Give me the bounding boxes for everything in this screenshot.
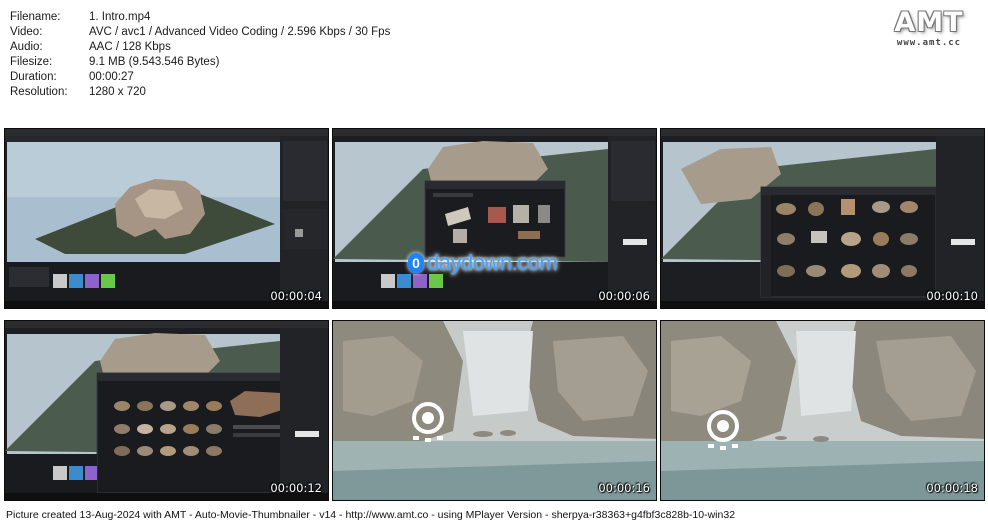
logo-title: AMT xyxy=(894,7,964,38)
watermark-text: daydown.com xyxy=(427,250,558,275)
info-value: 1280 x 720 xyxy=(89,86,146,98)
file-info-row: Audio: AAC / 128 Kbps xyxy=(10,40,390,55)
timecode: 00:00:18 xyxy=(926,481,978,495)
info-value: AVC / avc1 / Advanced Video Coding / 2.5… xyxy=(89,26,391,38)
file-info-row: Filename: 1. Intro.mp4 xyxy=(10,10,390,25)
timecode: 00:00:10 xyxy=(926,289,978,303)
watermark-badge: 0 xyxy=(408,253,424,273)
info-key: Resolution: xyxy=(10,86,68,98)
file-info-row: Filesize: 9.1 MB (9.543.546 Bytes) xyxy=(10,55,390,70)
video-thumbnail[interactable]: 00:00:16 xyxy=(332,320,657,501)
info-key: Filename: xyxy=(10,11,61,23)
game-frame xyxy=(333,321,656,500)
timecode: 00:00:04 xyxy=(270,289,322,303)
game-frame xyxy=(661,321,984,500)
video-thumbnail[interactable]: 00:00:06 xyxy=(332,128,657,309)
timecode: 00:00:12 xyxy=(270,481,322,495)
editor-frame xyxy=(5,321,328,500)
info-value: AAC / 128 Kbps xyxy=(89,41,171,53)
info-value: 1. Intro.mp4 xyxy=(89,11,151,23)
file-info-row: Video: AVC / avc1 / Advanced Video Coding… xyxy=(10,25,390,40)
editor-frame xyxy=(5,129,328,308)
footer-credit: Picture created 13-Aug-2024 with AMT - A… xyxy=(6,509,736,521)
timecode: 00:00:06 xyxy=(598,289,650,303)
timecode: 00:00:16 xyxy=(598,481,650,495)
video-thumbnail[interactable]: 00:00:12 xyxy=(4,320,329,501)
daydown-watermark: 0 daydown.com xyxy=(408,250,558,276)
logo-url: www.amt.cc xyxy=(896,38,962,48)
info-value: 9.1 MB (9.543.546 Bytes) xyxy=(89,56,220,68)
amt-logo: AMT www.amt.cc xyxy=(884,7,974,49)
file-info-row: Duration: 00:00:27 xyxy=(10,70,390,85)
file-info-row: Resolution: 1280 x 720 xyxy=(10,85,390,100)
info-key: Filesize: xyxy=(10,56,53,68)
editor-frame xyxy=(333,129,656,308)
video-thumbnail[interactable]: 00:00:18 xyxy=(660,320,985,501)
video-thumbnail[interactable]: 00:00:10 xyxy=(660,128,985,309)
info-key: Video: xyxy=(10,26,43,38)
video-thumbnail[interactable]: 00:00:04 xyxy=(4,128,329,309)
info-value: 00:00:27 xyxy=(89,71,134,83)
file-info: Filename: 1. Intro.mp4 Video: AVC / avc1 /… xyxy=(10,10,390,100)
info-key: Duration: xyxy=(10,71,57,83)
editor-frame xyxy=(661,129,984,308)
info-key: Audio: xyxy=(10,41,43,53)
